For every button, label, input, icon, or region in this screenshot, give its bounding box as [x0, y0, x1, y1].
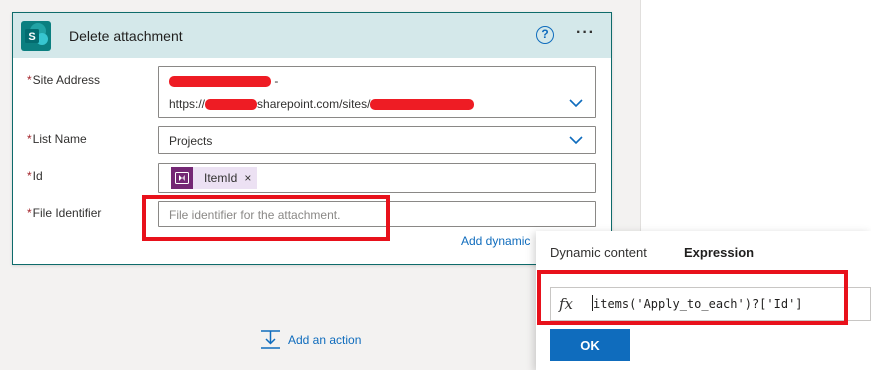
chevron-down-icon[interactable] — [569, 133, 583, 147]
site-address-label: *Site Address — [27, 73, 100, 87]
required-mark: * — [27, 169, 32, 183]
highlight-box — [142, 195, 390, 241]
card-header[interactable]: S Delete attachment ? ··· — [13, 13, 611, 58]
list-name-dropdown[interactable]: Projects — [158, 126, 596, 154]
required-mark: * — [27, 132, 32, 146]
token-label: ItemId — [204, 171, 238, 185]
help-icon[interactable]: ? — [536, 26, 554, 44]
file-identifier-label-text: File Identifier — [32, 206, 102, 220]
site-address-domain: sharepoint.com/sites/ — [257, 97, 371, 111]
more-options-icon[interactable]: ··· — [576, 24, 595, 42]
site-address-dropdown[interactable]: - https:// sharepoint.com/sites/ — [158, 66, 596, 118]
required-mark: * — [27, 73, 32, 87]
id-label-text: Id — [32, 169, 43, 183]
site-address-prefix: https:// — [169, 97, 206, 111]
id-field[interactable]: ItemId × — [158, 163, 596, 193]
required-mark: * — [27, 206, 32, 220]
redaction-mark — [370, 99, 475, 111]
add-action-icon — [261, 330, 280, 349]
redaction-mark — [205, 99, 258, 111]
svg-text:S: S — [28, 31, 35, 43]
site-address-label-text: Site Address — [32, 73, 101, 87]
close-icon[interactable]: × — [244, 171, 251, 185]
add-dynamic-content-link[interactable]: Add dynamic — [461, 234, 530, 248]
site-address-line1: - — [169, 74, 278, 88]
add-action-label: Add an action — [288, 332, 362, 347]
add-an-action-button[interactable]: Add an action — [260, 329, 361, 350]
list-name-label: *List Name — [27, 132, 87, 146]
site-address-line2: https:// sharepoint.com/sites/ — [169, 97, 475, 111]
highlight-box — [537, 270, 848, 325]
ok-button[interactable]: OK — [550, 329, 630, 361]
list-name-label-text: List Name — [32, 132, 87, 146]
list-name-value: Projects — [169, 134, 213, 148]
tab-dynamic-content[interactable]: Dynamic content — [550, 245, 647, 260]
tab-expression[interactable]: Expression — [684, 245, 754, 260]
sharepoint-icon: S — [21, 21, 51, 51]
file-identifier-label: *File Identifier — [27, 206, 101, 220]
powerapps-icon — [171, 167, 193, 189]
chevron-down-icon[interactable] — [569, 96, 583, 110]
id-label: *Id — [27, 169, 43, 183]
site-address-dash: - — [274, 74, 279, 88]
card-title: Delete attachment — [69, 28, 183, 44]
itemid-token[interactable]: ItemId × — [171, 167, 258, 189]
redaction-mark — [169, 76, 271, 88]
